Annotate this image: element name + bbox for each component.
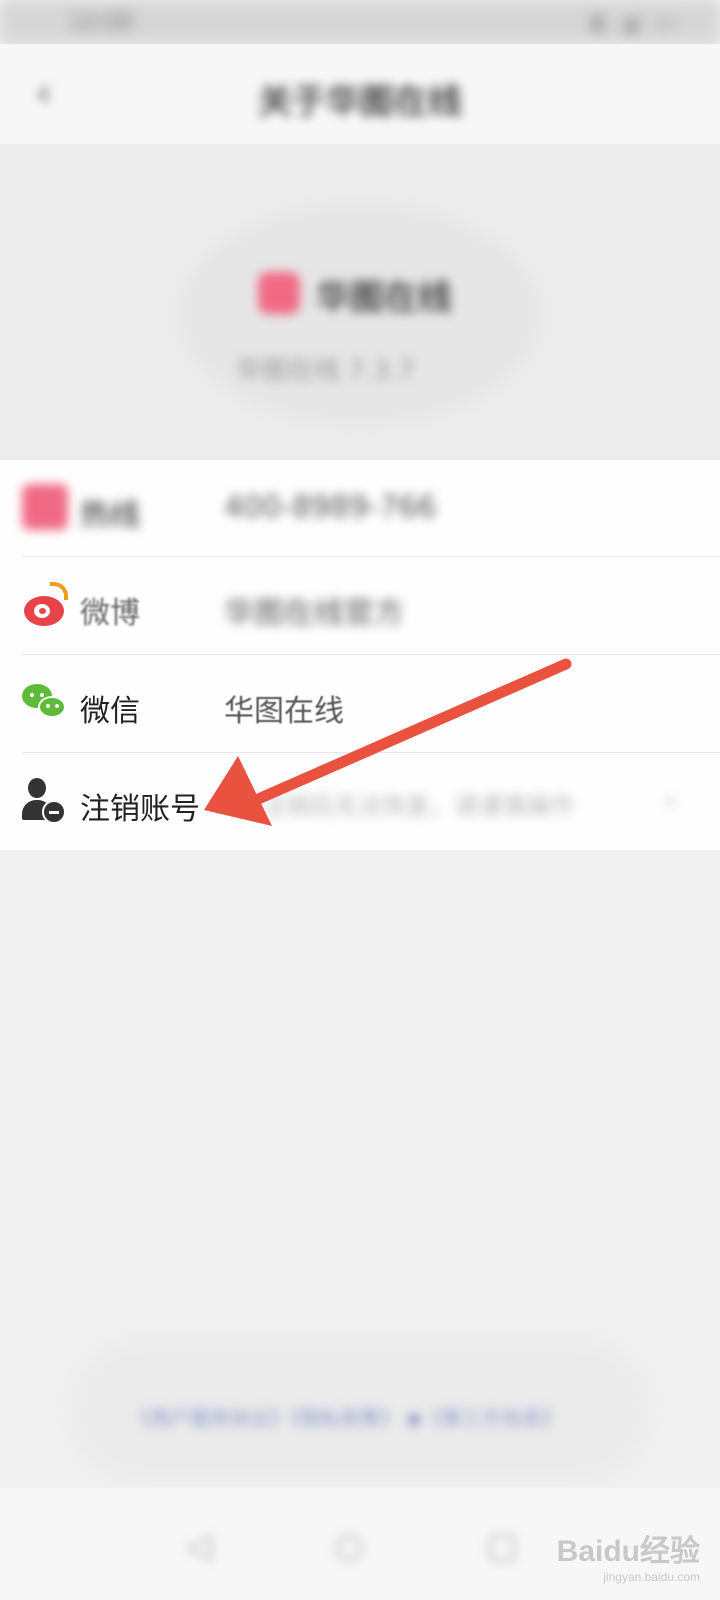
watermark-main: Baidu经验 [556, 1535, 700, 1568]
app-logo-icon [258, 272, 300, 314]
list-item-value: 400-8989-766 [224, 490, 437, 525]
wechat-icon [22, 680, 68, 726]
list-item-label: 微博 [80, 596, 140, 631]
list-item-cancel-account[interactable]: 注销账号 注销后无法恢复，请谨慎操作 › [0, 754, 720, 852]
user-remove-icon [22, 778, 68, 824]
divider [22, 556, 720, 557]
watermark-sub: jingyan.baidu.com [603, 1570, 700, 1584]
chevron-right-icon: › [664, 784, 676, 817]
info-list: 热线 400-8989-766 微博 华图在线官方 微信 华图在线 注销账号 注… [0, 460, 720, 850]
weibo-icon [22, 582, 68, 628]
cancel-account-label: 注销账号 [80, 792, 200, 827]
list-item-value: 华图在线官方 [224, 596, 404, 631]
list-item-weibo[interactable]: 微博 华图在线官方 [0, 558, 720, 656]
agreement-links[interactable]: 《用户服务协议》《隐私政策》 ◆《第三方信息》 [130, 1402, 590, 1432]
app-version: 华图在线 7.3.7 [236, 356, 415, 386]
list-item-hotline[interactable]: 热线 400-8989-766 [0, 460, 720, 558]
status-time: 12:00 [70, 10, 134, 35]
list-item-value: 华图在线 [224, 694, 344, 729]
list-item-label: 微信 [80, 694, 140, 729]
app-info-header: 华图在线 华图在线 7.3.7 [0, 144, 720, 460]
nav-recent-icon[interactable]: ▢ [486, 1526, 518, 1566]
status-bar: 12:00 ▮ ◢ ▭ [0, 0, 720, 44]
list-item-label: 热线 [80, 498, 140, 533]
nav-back-icon[interactable]: ◁ [186, 1526, 212, 1566]
divider [22, 752, 720, 753]
page-title: 关于华图在线 [258, 82, 462, 122]
app-bar: ‹ 关于华图在线 [0, 44, 720, 144]
phone-icon [22, 484, 68, 530]
divider [22, 654, 720, 655]
list-item-wechat[interactable]: 微信 华图在线 [0, 656, 720, 754]
watermark: Baidu经验 jingyan.baidu.com [557, 1526, 700, 1584]
app-name: 华图在线 [316, 278, 452, 318]
status-icons: ▮ ◢ ▭ [592, 10, 680, 34]
nav-home-icon[interactable]: ○ [334, 1526, 364, 1566]
cancel-account-hint: 注销后无法恢复，请谨慎操作 [262, 792, 574, 820]
